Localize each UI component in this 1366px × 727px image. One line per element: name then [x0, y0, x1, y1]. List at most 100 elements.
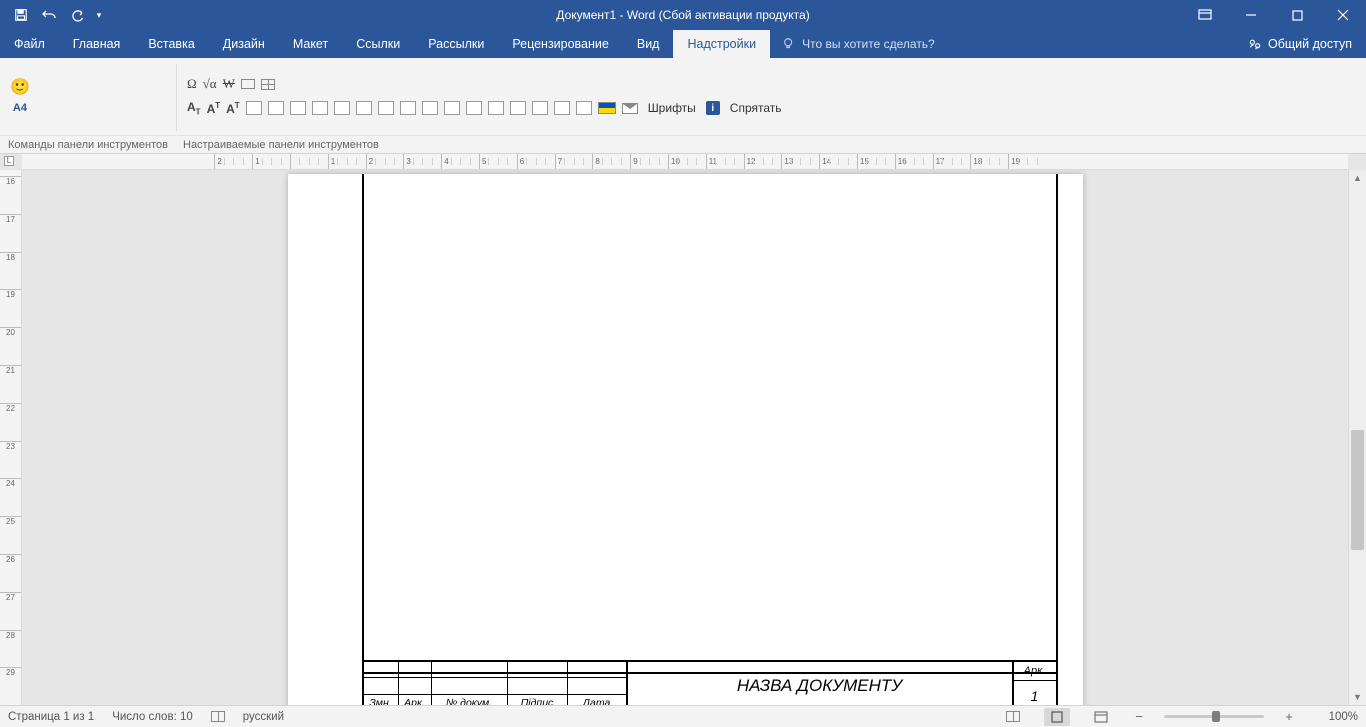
lightbulb-icon: [782, 37, 796, 51]
omega-icon[interactable]: Ω: [187, 76, 197, 92]
col-sign: Підпис: [508, 695, 568, 705]
title-block: Змн. Арк. № докум. Підпис Дата НАЗВА ДОК…: [362, 660, 1058, 705]
frame-btn-7[interactable]: [378, 101, 394, 115]
vertical-ruler[interactable]: 1617181920212223242526272829: [0, 170, 22, 705]
window-controls: [1182, 0, 1366, 30]
tab-addins[interactable]: Надстройки: [673, 30, 770, 58]
frame-btn-2[interactable]: [268, 101, 284, 115]
frame-btn-14[interactable]: [532, 101, 548, 115]
vertical-scrollbar[interactable]: ▲ ▼: [1348, 170, 1366, 705]
ua-flag-icon[interactable]: [598, 102, 616, 114]
status-words[interactable]: Число слов: 10: [112, 711, 193, 723]
proofing-icon[interactable]: [211, 711, 225, 722]
frame-btn-12[interactable]: [488, 101, 504, 115]
title-block-left: Змн. Арк. № докум. Підпис Дата: [364, 662, 628, 705]
col-date: Дата: [568, 695, 628, 705]
table1-icon[interactable]: [261, 79, 275, 90]
tab-layout[interactable]: Макет: [279, 30, 342, 58]
zoom-out-button[interactable]: −: [1132, 709, 1146, 724]
horizontal-ruler[interactable]: 2112345678910111213141516171819: [22, 154, 1348, 170]
strike-icon[interactable]: W: [223, 76, 235, 92]
info-icon[interactable]: i: [706, 101, 720, 115]
page-number: 1: [1014, 681, 1056, 705]
tab-insert[interactable]: Вставка: [134, 30, 208, 58]
ribbon-group-commands: 🙂 A4 Команды панели инструментов: [0, 58, 176, 153]
ark-label: Арк.: [1014, 662, 1056, 681]
scroll-thumb[interactable]: [1351, 430, 1364, 550]
tell-me-placeholder: Что вы хотите сделать?: [802, 37, 935, 51]
rect1-icon[interactable]: [241, 79, 255, 89]
scroll-down-button[interactable]: ▼: [1349, 689, 1366, 705]
title-block-name: НАЗВА ДОКУМЕНТУ: [628, 662, 1014, 705]
subscript-button[interactable]: AT: [187, 100, 201, 116]
minimize-button[interactable]: [1228, 0, 1274, 30]
ribbon-tabs: Файл Главная Вставка Дизайн Макет Ссылки…: [0, 30, 1366, 58]
frame-btn-13[interactable]: [510, 101, 526, 115]
save-button[interactable]: [8, 2, 34, 28]
status-language[interactable]: русский: [243, 711, 284, 723]
frame-btn-8[interactable]: [400, 101, 416, 115]
scroll-up-button[interactable]: ▲: [1349, 170, 1366, 186]
title-block-right: Арк. 1: [1014, 662, 1056, 705]
sqrt-icon[interactable]: √α: [203, 76, 217, 92]
qat-customize-button[interactable]: ▾: [92, 2, 106, 28]
share-label: Общий доступ: [1268, 37, 1352, 51]
small-caps-button[interactable]: AT: [226, 101, 240, 116]
ribbon: 🙂 A4 Команды панели инструментов Ω √α W …: [0, 58, 1366, 154]
close-button[interactable]: [1320, 0, 1366, 30]
frame-btn-1[interactable]: [246, 101, 262, 115]
page-canvas[interactable]: Змн. Арк. № докум. Підпис Дата НАЗВА ДОК…: [22, 170, 1348, 705]
frame-btn-4[interactable]: [312, 101, 328, 115]
col-ark: Арк.: [399, 695, 432, 705]
frame-btn-6[interactable]: [356, 101, 372, 115]
share-button[interactable]: Общий доступ: [1234, 30, 1366, 58]
smiley-icon[interactable]: 🙂: [10, 80, 30, 96]
status-bar: Страница 1 из 1 Число слов: 10 русский −…: [0, 705, 1366, 727]
zoom-slider-thumb[interactable]: [1212, 711, 1220, 722]
fonts-button[interactable]: Шрифты: [644, 101, 700, 115]
a4-button[interactable]: A4: [13, 102, 27, 114]
share-icon: [1248, 37, 1262, 51]
hide-button[interactable]: Спрятать: [726, 101, 786, 115]
envelope-icon[interactable]: [622, 103, 638, 114]
undo-button[interactable]: [36, 2, 62, 28]
tab-references[interactable]: Ссылки: [342, 30, 414, 58]
tab-selector[interactable]: L: [4, 156, 14, 166]
ribbon-group-custom: Ω √α W AT AT AT: [177, 58, 1366, 153]
frame-btn-5[interactable]: [334, 101, 350, 115]
view-print-layout[interactable]: [1044, 708, 1070, 726]
zoom-in-button[interactable]: +: [1282, 709, 1296, 724]
frame-btn-9[interactable]: [422, 101, 438, 115]
window-title: Документ1 - Word (Сбой активации продукт…: [556, 8, 809, 22]
zoom-slider[interactable]: [1164, 715, 1264, 718]
ribbon-display-options-button[interactable]: [1182, 0, 1228, 30]
redo-button[interactable]: [64, 2, 90, 28]
tab-home[interactable]: Главная: [59, 30, 135, 58]
quick-access-toolbar: ▾: [0, 2, 106, 28]
tab-mailings[interactable]: Рассылки: [414, 30, 498, 58]
view-read-mode[interactable]: [1000, 708, 1026, 726]
tab-file[interactable]: Файл: [0, 30, 59, 58]
document-area: L 2112345678910111213141516171819 161718…: [0, 154, 1366, 705]
tell-me-search[interactable]: Что вы хотите сделать?: [770, 30, 947, 58]
frame-btn-3[interactable]: [290, 101, 306, 115]
frame-btn-16[interactable]: [576, 101, 592, 115]
ribbon-group-commands-caption: Команды панели инструментов: [0, 135, 176, 153]
maximize-button[interactable]: [1274, 0, 1320, 30]
col-doc: № докум.: [432, 695, 508, 705]
title-bar: ▾ Документ1 - Word (Сбой активации проду…: [0, 0, 1366, 30]
view-web-layout[interactable]: [1088, 708, 1114, 726]
page-frame: [362, 174, 1058, 674]
page: Змн. Арк. № докум. Підпис Дата НАЗВА ДОК…: [288, 174, 1083, 705]
frame-btn-11[interactable]: [466, 101, 482, 115]
superscript-button[interactable]: AT: [207, 101, 221, 116]
tab-view[interactable]: Вид: [623, 30, 674, 58]
frame-btn-10[interactable]: [444, 101, 460, 115]
zoom-level[interactable]: 100%: [1314, 711, 1358, 723]
frame-btn-15[interactable]: [554, 101, 570, 115]
tab-review[interactable]: Рецензирование: [498, 30, 623, 58]
col-zmn: Змн.: [364, 695, 399, 705]
ribbon-group-custom-caption: Настраиваемые панели инструментов: [177, 135, 1366, 153]
status-page[interactable]: Страница 1 из 1: [8, 711, 94, 723]
tab-design[interactable]: Дизайн: [209, 30, 279, 58]
